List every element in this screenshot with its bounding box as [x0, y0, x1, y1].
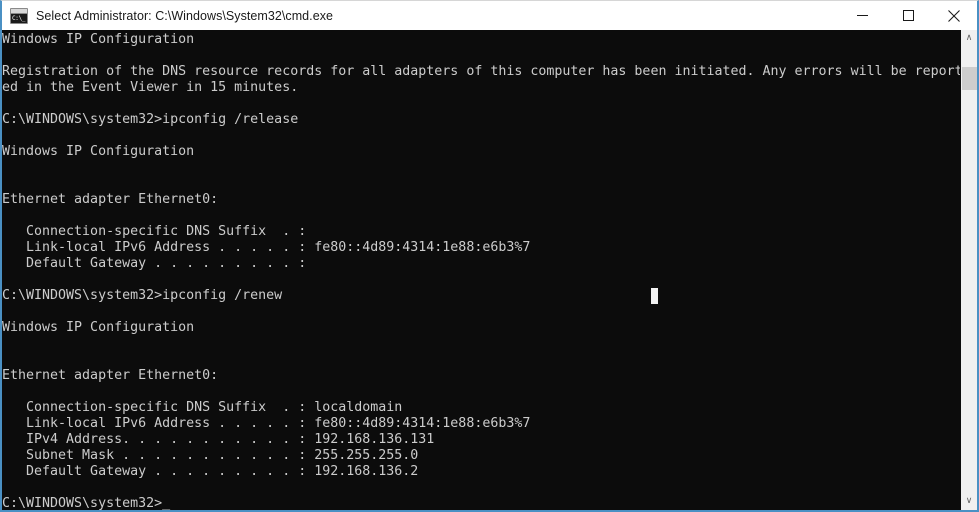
title-bar[interactable]: C:\_ Select Administrator: C:\Windows\Sy…: [2, 1, 977, 31]
text-cursor-block: [651, 288, 658, 304]
scrollbar-down-button[interactable]: ∨: [961, 493, 977, 510]
minimize-button[interactable]: [839, 1, 885, 30]
window-title: Select Administrator: C:\Windows\System3…: [36, 8, 333, 23]
scrollbar-thumb[interactable]: [962, 66, 977, 90]
cmd-icon-prompt-text: C:\_: [11, 13, 27, 23]
close-icon: [948, 9, 960, 22]
console-output-area[interactable]: Windows IP Configuration Registration of…: [2, 30, 960, 510]
scrollbar-up-button[interactable]: ∧: [961, 30, 977, 47]
console-scrollbar[interactable]: ∧ ∨: [960, 30, 977, 510]
minimize-icon: [856, 15, 868, 16]
cmd-window: C:\_ Select Administrator: C:\Windows\Sy…: [0, 0, 979, 512]
console-text: Windows IP Configuration Registration of…: [2, 32, 960, 510]
chevron-down-icon: ∨: [965, 496, 973, 506]
close-button[interactable]: [931, 1, 977, 30]
maximize-button[interactable]: [885, 1, 931, 30]
maximize-icon: [902, 10, 914, 21]
cmd-app-icon: C:\_: [10, 7, 28, 24]
chevron-up-icon: ∧: [965, 33, 973, 43]
